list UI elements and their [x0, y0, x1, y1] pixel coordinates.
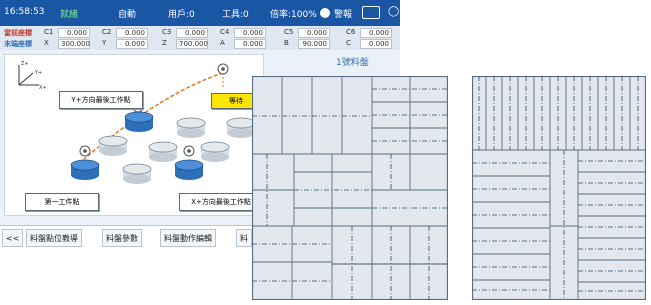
status-bar: 16:58:53 就緒 自動 用戶:0 工具:0 倍率:100% 警報 ◯ [0, 0, 400, 26]
workpiece-cylinder [98, 135, 128, 156]
pin-icon [217, 63, 229, 75]
axis-value: 0.000 [234, 28, 266, 38]
workpiece-cylinder [70, 159, 100, 180]
x-last-workpoint-button[interactable]: X+方向最後工作點 [179, 193, 263, 211]
state-indicator: 就緒 [60, 10, 79, 20]
axis-y-label: Y+ [34, 70, 42, 76]
workpiece-cylinder [174, 159, 204, 180]
coordinate-panel: 當前座標 末端座標 C1 0.000 C2 0.000 C3 0.000 C4 … [0, 26, 400, 50]
sheet-layout-left-svg [251, 75, 449, 301]
tab-more[interactable]: 料 [236, 229, 252, 247]
axis-value: 0.000 [116, 39, 148, 49]
axis-value: 0.000 [360, 28, 392, 38]
axis-value: 0.000 [234, 39, 266, 49]
axis-value: 700.000 [176, 39, 208, 49]
axis-value: 0.000 [58, 28, 90, 38]
end-coord-label: 末端座標 [4, 40, 32, 48]
workpiece-cylinder [148, 141, 178, 162]
alarm-led-icon [320, 8, 330, 18]
tab-tray-point-teach[interactable]: 料盤點位教導 [26, 229, 82, 247]
workpiece-cylinder [176, 117, 206, 138]
mode-indicator[interactable]: 自動 [118, 7, 136, 20]
user-icon[interactable]: ◯ [388, 6, 399, 17]
sheet-layout-left [251, 75, 449, 301]
first-workpoint-button[interactable]: 第一工件點 [25, 193, 99, 211]
axis-label: C1 [44, 28, 54, 36]
tray-diagram: Z+ Y+ X+ Y+方向最後工作點 等待 第一工件點 X+方向最後工作點 [4, 54, 264, 216]
user-indicator[interactable]: 用戶:0 [168, 7, 195, 20]
axis-label: C4 [220, 28, 230, 36]
tab-tray-params[interactable]: 料盤參數 [102, 229, 142, 247]
axis-value: 300.000 [58, 39, 90, 49]
tray-title: 1號料盤 [336, 58, 369, 68]
pin-icon [183, 145, 195, 157]
axis-label: C3 [162, 28, 172, 36]
axis-x-label: X+ [39, 85, 47, 91]
axis-value: 0.000 [176, 28, 208, 38]
bottom-tab-bar: << 料盤點位教導 料盤參數 料盤動作編輯 料 [0, 225, 260, 248]
workpiece-cylinder [122, 163, 152, 184]
tray-diagram-svg: Z+ Y+ X+ [18, 61, 256, 184]
rate-indicator[interactable]: 倍率:100% [270, 7, 317, 20]
axis-value: 0.000 [360, 39, 392, 49]
axis-label: B [284, 39, 289, 47]
axis-value: 90.000 [298, 39, 330, 49]
pin-icon [79, 145, 91, 157]
tab-back[interactable]: << [2, 229, 24, 247]
y-last-workpoint-button[interactable]: Y+方向最後工作點 [59, 91, 143, 109]
workpiece-cylinder [124, 111, 154, 132]
axis-label: C5 [284, 28, 294, 36]
keyboard-icon[interactable] [362, 6, 380, 19]
sheet-layout-right-svg [471, 75, 647, 301]
tab-tray-action-edit[interactable]: 料盤動作編輯 [160, 229, 216, 247]
axis-label: Y [102, 39, 107, 47]
axis-z-label: Z+ [21, 61, 29, 67]
axis-label: C [346, 39, 351, 47]
current-coord-label: 當前座標 [4, 29, 32, 37]
axis-value: 0.000 [116, 28, 148, 38]
axis-label: A [220, 39, 225, 47]
sheet-layout-right [471, 75, 647, 301]
workpiece-cylinder [226, 117, 256, 138]
axis-label: C2 [102, 28, 112, 36]
time-display: 16:58:53 [4, 7, 45, 17]
axis-label: X [44, 39, 49, 47]
workpiece-cylinder [200, 141, 230, 162]
axis-label: C6 [346, 28, 356, 36]
tool-indicator[interactable]: 工具:0 [222, 7, 249, 20]
axis-label: Z [162, 39, 167, 47]
axis-value: 0.000 [298, 28, 330, 38]
alarm-label[interactable]: 警報 [334, 7, 352, 20]
